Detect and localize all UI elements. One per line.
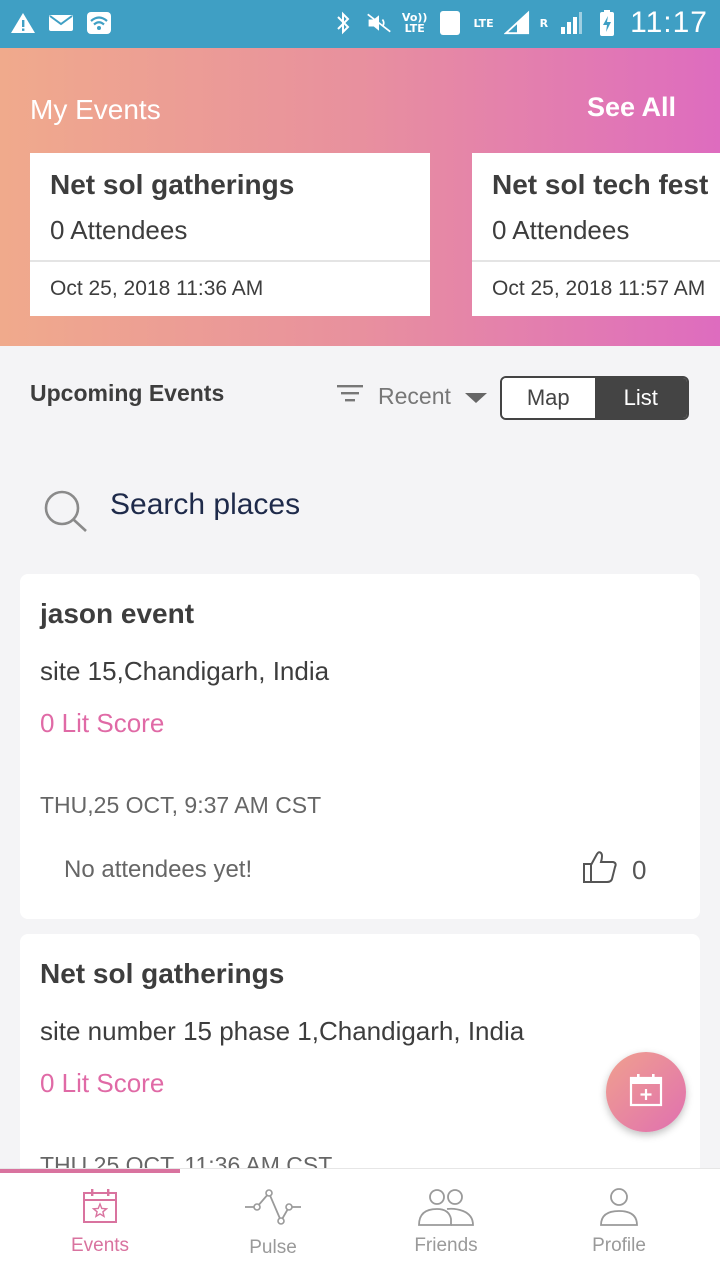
lte-indicator: LTE — [473, 16, 494, 30]
event-list-card[interactable]: Net sol gatherings site number 15 phase … — [20, 934, 700, 1174]
see-all-link[interactable]: See All — [587, 92, 676, 123]
filter-icon — [336, 382, 364, 410]
pulse-icon — [243, 1187, 303, 1231]
nav-events[interactable]: Events — [10, 1169, 190, 1280]
upcoming-events-title: Upcoming Events — [30, 380, 225, 406]
lit-score: 0 Lit Score — [40, 708, 165, 738]
battery-icon — [594, 10, 620, 36]
nav-profile-label: Profile — [592, 1235, 646, 1256]
my-event-attendees: 0 Attendees — [50, 215, 188, 245]
bluetooth-icon — [330, 10, 356, 36]
event-time: THU,25 OCT, 9:37 AM CST — [40, 792, 322, 818]
sort-label: Recent — [378, 382, 451, 409]
event-title: jason event — [40, 598, 195, 629]
search-bar — [20, 470, 700, 550]
my-event-name: Net sol tech fest — [492, 169, 709, 200]
nav-events-label: Events — [70, 1235, 130, 1256]
my-events-title: My Events — [30, 94, 161, 125]
search-input[interactable] — [110, 480, 670, 530]
signal-icon — [503, 10, 530, 36]
profile-icon — [599, 1187, 639, 1231]
like-count: 0 — [632, 855, 647, 885]
friends-icon — [417, 1187, 475, 1231]
nav-friends[interactable]: Friends — [356, 1169, 536, 1280]
thumbs-up-icon — [582, 850, 618, 891]
event-list-card[interactable]: jason event site 15,Chandigarh, India 0 … — [20, 574, 700, 919]
my-event-card[interactable]: Net sol tech fest 0 Attendees Oct 25, 20… — [472, 153, 720, 316]
my-event-date: Oct 25, 2018 11:36 AM — [50, 277, 264, 300]
like-button[interactable]: 0 — [582, 850, 646, 891]
caret-down-icon — [464, 383, 487, 410]
card-divider — [30, 260, 430, 262]
mute-icon — [366, 10, 392, 36]
bottom-navigation: Events Pulse Friends Profile — [0, 1168, 720, 1280]
add-event-button[interactable] — [606, 1052, 686, 1132]
card-divider — [472, 260, 720, 262]
my-event-date: Oct 25, 2018 11:57 AM — [492, 277, 706, 300]
nav-profile[interactable]: Profile — [529, 1169, 709, 1280]
my-event-name: Net sol gatherings — [50, 169, 295, 200]
nav-pulse[interactable]: Pulse — [183, 1169, 363, 1280]
warning-icon — [10, 10, 36, 36]
wifi-icon — [86, 10, 112, 36]
event-address: site 15,Chandigarh, India — [40, 656, 330, 686]
attendees-status: No attendees yet! — [64, 856, 253, 883]
my-events-header: My Events See All Net sol gatherings 0 A… — [0, 48, 720, 346]
sim-slot-icon — [437, 10, 463, 36]
signal-icon-2 — [558, 10, 584, 36]
my-event-card[interactable]: Net sol gatherings 0 Attendees Oct 25, 2… — [30, 153, 430, 316]
my-event-attendees: 0 Attendees — [492, 215, 630, 245]
clock: 11:17 — [630, 6, 708, 39]
view-toggle: Map List — [500, 376, 689, 420]
nav-friends-label: Friends — [414, 1235, 478, 1256]
roaming-indicator: R — [539, 16, 549, 30]
calendar-star-icon — [81, 1187, 119, 1229]
calendar-add-icon — [628, 1072, 664, 1112]
nav-pulse-label: Pulse — [249, 1237, 297, 1258]
event-title: Net sol gatherings — [40, 958, 285, 989]
status-bar: Vo)) LTE LTE R 11:17 — [0, 0, 720, 48]
sort-dropdown[interactable]: Recent — [336, 382, 487, 410]
lit-score: 0 Lit Score — [40, 1068, 165, 1098]
event-address: site number 15 phase 1,Chandigarh, India — [40, 1016, 525, 1046]
volte-indicator: Vo)) LTE — [401, 11, 428, 35]
map-view-button[interactable]: Map — [502, 378, 595, 418]
search-icon — [42, 488, 90, 538]
list-view-button[interactable]: List — [594, 378, 687, 418]
mail-icon — [48, 10, 74, 36]
